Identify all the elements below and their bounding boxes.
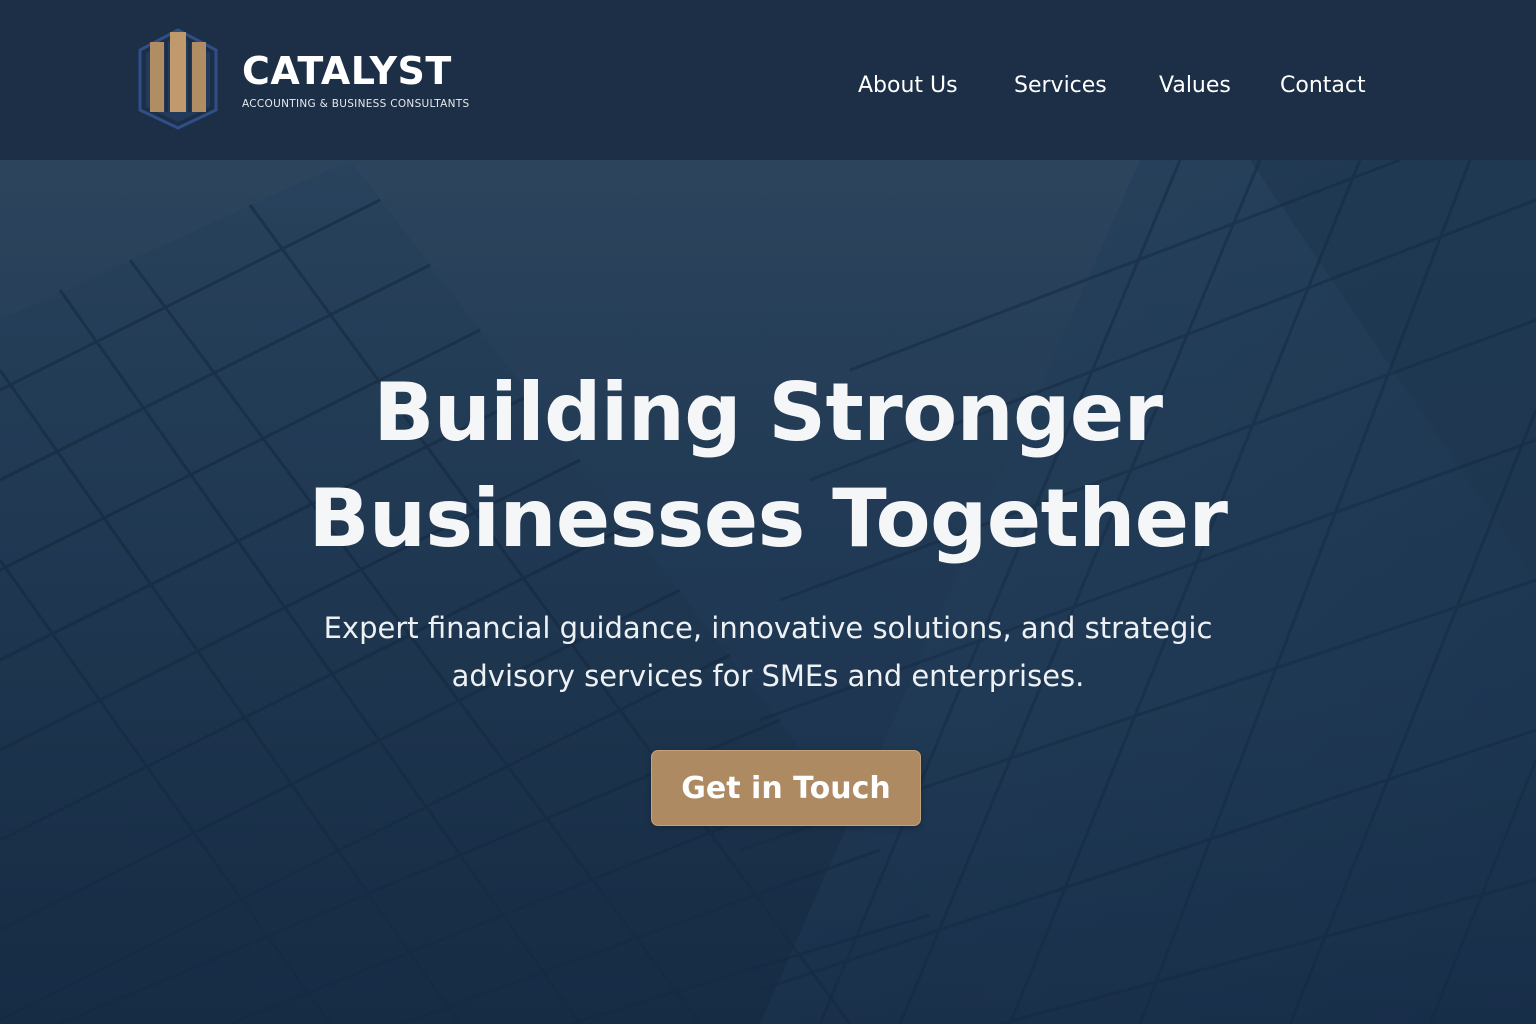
hero-content: Building Stronger Businesses Together Ex… [0, 160, 1536, 1024]
get-in-touch-button[interactable]: Get in Touch [651, 750, 921, 826]
hero-headline-line-1: Building Stronger [373, 366, 1163, 459]
nav-link-contact[interactable]: Contact [1280, 70, 1366, 102]
nav-link-about-us[interactable]: About Us [858, 70, 958, 102]
landing-page: CATALYST ACCOUNTING & BUSINESS CONSULTAN… [0, 0, 1536, 1024]
nav-link-services[interactable]: Services [1014, 70, 1107, 102]
hero-subtitle: Expert financial guidance, innovative so… [318, 604, 1218, 700]
hero-subtitle-line-2: advisory services for SMEs and enterpris… [451, 659, 1085, 693]
hero-headline: Building Stronger Businesses Together [268, 360, 1268, 572]
brand-tagline: ACCOUNTING & BUSINESS CONSULTANTS [242, 98, 470, 110]
nav-link-values[interactable]: Values [1159, 70, 1231, 102]
hero-headline-line-2: Businesses Together [308, 472, 1228, 565]
building-columns-icon [138, 28, 218, 130]
brand-text: CATALYST ACCOUNTING & BUSINESS CONSULTAN… [242, 50, 512, 110]
hero-subtitle-line-1: Expert financial guidance, innovative so… [323, 611, 1213, 645]
site-header: CATALYST ACCOUNTING & BUSINESS CONSULTAN… [0, 0, 1536, 160]
brand-logo-link[interactable]: CATALYST ACCOUNTING & BUSINESS CONSULTAN… [136, 28, 469, 130]
hero-section: Building Stronger Businesses Together Ex… [0, 160, 1536, 1024]
brand-name: CATALYST [242, 49, 452, 93]
